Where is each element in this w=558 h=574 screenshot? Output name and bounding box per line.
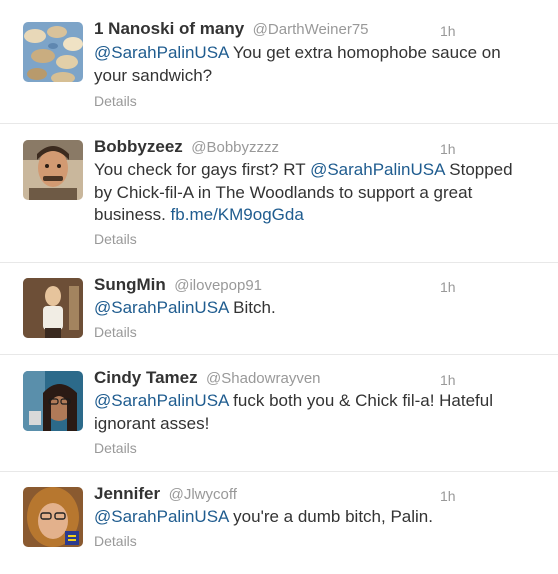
mention-link[interactable]: @SarahPalinUSA: [94, 507, 228, 526]
tweet-text: @SarahPalinUSA You get extra homophobe s…: [94, 42, 534, 87]
tweet-text: @SarahPalinUSA you're a dumb bitch, Pali…: [94, 506, 534, 529]
tweet-header: SungMin @ilovepop91: [94, 275, 262, 297]
username[interactable]: @Jlwycoff: [169, 486, 237, 503]
mention-link[interactable]: @SarahPalinUSA: [94, 43, 228, 62]
timestamp[interactable]: 1h: [440, 23, 456, 39]
tweet-item[interactable]: Bobbyzeez @Bobbyzzzz 1h You check for ga…: [0, 124, 558, 263]
tweet-header: 1 Nanoski of many @DarthWeiner75: [94, 19, 369, 41]
tweet-body: Bitch.: [228, 298, 276, 317]
avatar-image: [23, 487, 83, 547]
mention-link[interactable]: @SarahPalinUSA: [94, 298, 228, 317]
display-name[interactable]: SungMin: [94, 275, 166, 294]
username[interactable]: @Shadowrayven: [206, 370, 320, 387]
tweet-text: You check for gays first? RT @SarahPalin…: [94, 159, 534, 227]
tweet-item[interactable]: 1 Nanoski of many @DarthWeiner75 1h @Sar…: [0, 0, 558, 124]
tweet-text: @SarahPalinUSA fuck both you & Chick fil…: [94, 390, 534, 435]
timestamp[interactable]: 1h: [440, 372, 456, 388]
tweet-feed: 1 Nanoski of many @DarthWeiner75 1h @Sar…: [0, 0, 558, 574]
tweet-body: You check for gays first? RT: [94, 160, 311, 179]
details-link[interactable]: Details: [94, 440, 137, 456]
avatar[interactable]: [23, 278, 83, 338]
timestamp[interactable]: 1h: [440, 141, 456, 157]
details-link[interactable]: Details: [94, 93, 137, 109]
display-name[interactable]: Bobbyzeez: [94, 137, 183, 156]
avatar[interactable]: [23, 140, 83, 200]
avatar-image: [23, 22, 83, 82]
details-link[interactable]: Details: [94, 533, 137, 549]
tweet-header: Jennifer @Jlwycoff: [94, 484, 237, 506]
display-name[interactable]: Cindy Tamez: [94, 368, 198, 387]
avatar-image: [23, 140, 83, 200]
details-link[interactable]: Details: [94, 231, 137, 247]
tweet-item[interactable]: Cindy Tamez @Shadowrayven 1h @SarahPalin…: [0, 355, 558, 472]
avatar-image: [23, 278, 83, 338]
tweet-item[interactable]: SungMin @ilovepop91 1h @SarahPalinUSA Bi…: [0, 263, 558, 355]
avatar-image: [23, 371, 83, 431]
tweet-item[interactable]: Jennifer @Jlwycoff 1h @SarahPalinUSA you…: [0, 472, 558, 574]
tweet-body: you're a dumb bitch, Palin.: [228, 507, 433, 526]
timestamp[interactable]: 1h: [440, 279, 456, 295]
username[interactable]: @ilovepop91: [174, 277, 262, 294]
tweet-text: @SarahPalinUSA Bitch.: [94, 297, 534, 320]
display-name[interactable]: 1 Nanoski of many: [94, 19, 244, 38]
details-link[interactable]: Details: [94, 324, 137, 340]
tweet-header: Bobbyzeez @Bobbyzzzz: [94, 137, 279, 159]
username[interactable]: @Bobbyzzzz: [191, 139, 279, 156]
timestamp[interactable]: 1h: [440, 488, 456, 504]
display-name[interactable]: Jennifer: [94, 484, 160, 503]
mention-link[interactable]: @SarahPalinUSA: [310, 160, 444, 179]
avatar[interactable]: [23, 22, 83, 82]
username[interactable]: @DarthWeiner75: [253, 21, 369, 38]
tweet-header: Cindy Tamez @Shadowrayven: [94, 368, 321, 390]
avatar[interactable]: [23, 487, 83, 547]
url-link[interactable]: fb.me/KM9ogGda: [171, 205, 304, 224]
mention-link[interactable]: @SarahPalinUSA: [94, 391, 228, 410]
avatar[interactable]: [23, 371, 83, 431]
